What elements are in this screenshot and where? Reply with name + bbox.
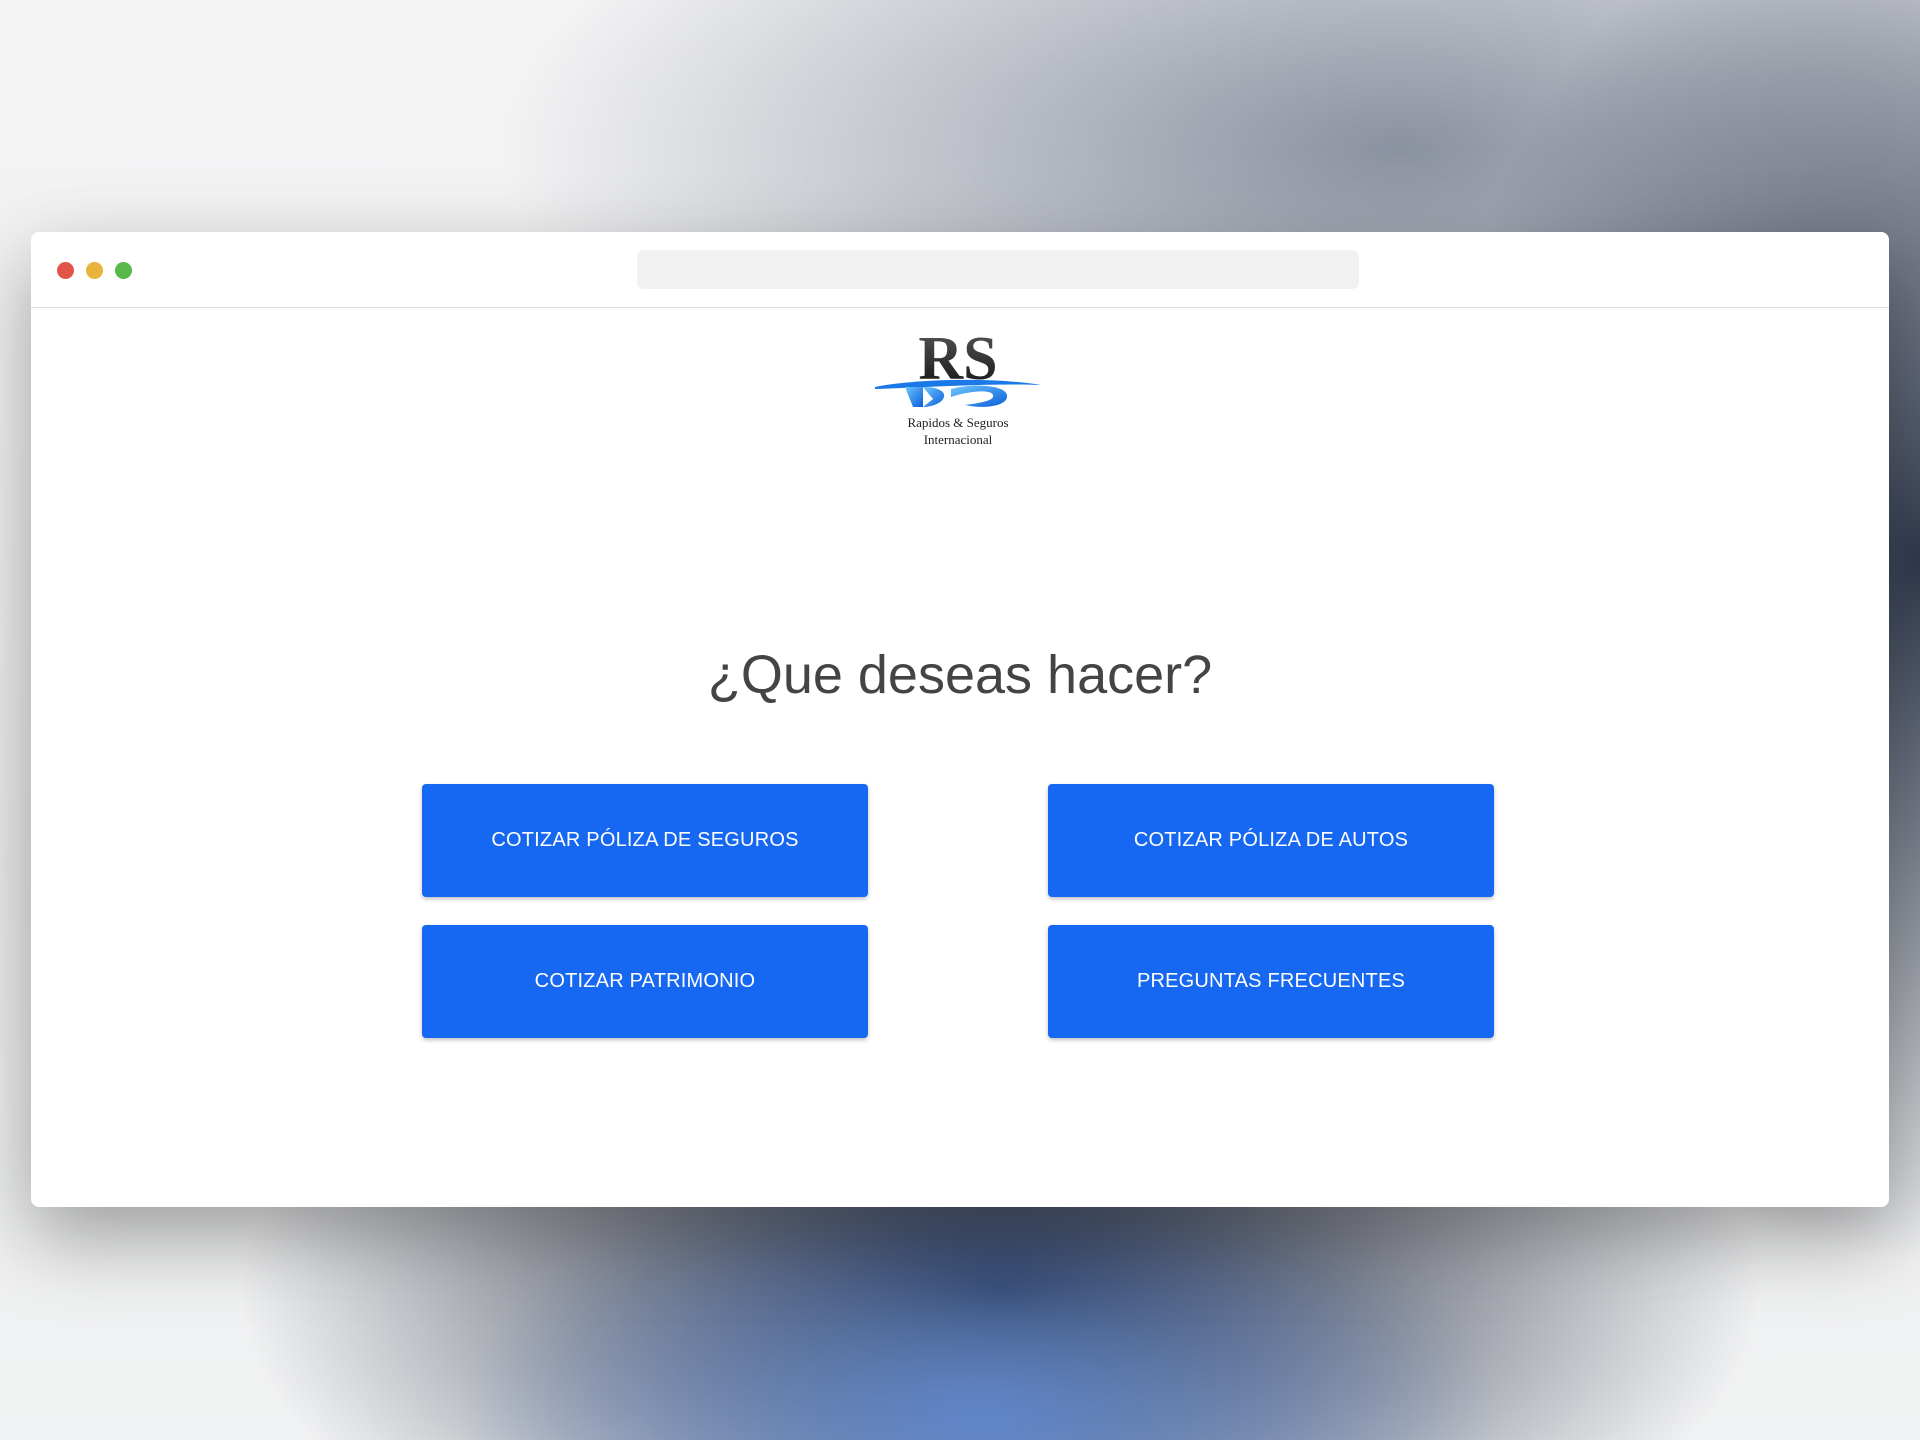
browser-window: RS Rapidos & Seguros Internacional ¿Que … (31, 232, 1889, 1207)
maximize-window-button[interactable] (115, 262, 132, 279)
address-bar[interactable] (637, 250, 1359, 289)
close-window-button[interactable] (57, 262, 74, 279)
logo-text-line2: Internacional (924, 432, 993, 447)
quote-property-button[interactable]: COTIZAR PATRIMONIO (422, 925, 868, 1038)
logo-monogram-lower (905, 385, 1008, 407)
quote-insurance-policy-button[interactable]: COTIZAR PÓLIZA DE SEGUROS (422, 784, 868, 897)
page-title: ¿Que deseas hacer? (707, 645, 1213, 705)
browser-titlebar (31, 232, 1889, 308)
company-logo: RS Rapidos & Seguros Internacional (875, 327, 1041, 447)
logo-text-line1: Rapidos & Seguros (907, 415, 1008, 430)
quote-auto-policy-button[interactable]: COTIZAR PÓLIZA DE AUTOS (1048, 784, 1494, 897)
minimize-window-button[interactable] (86, 262, 103, 279)
faq-button[interactable]: PREGUNTAS FRECUENTES (1048, 925, 1494, 1038)
